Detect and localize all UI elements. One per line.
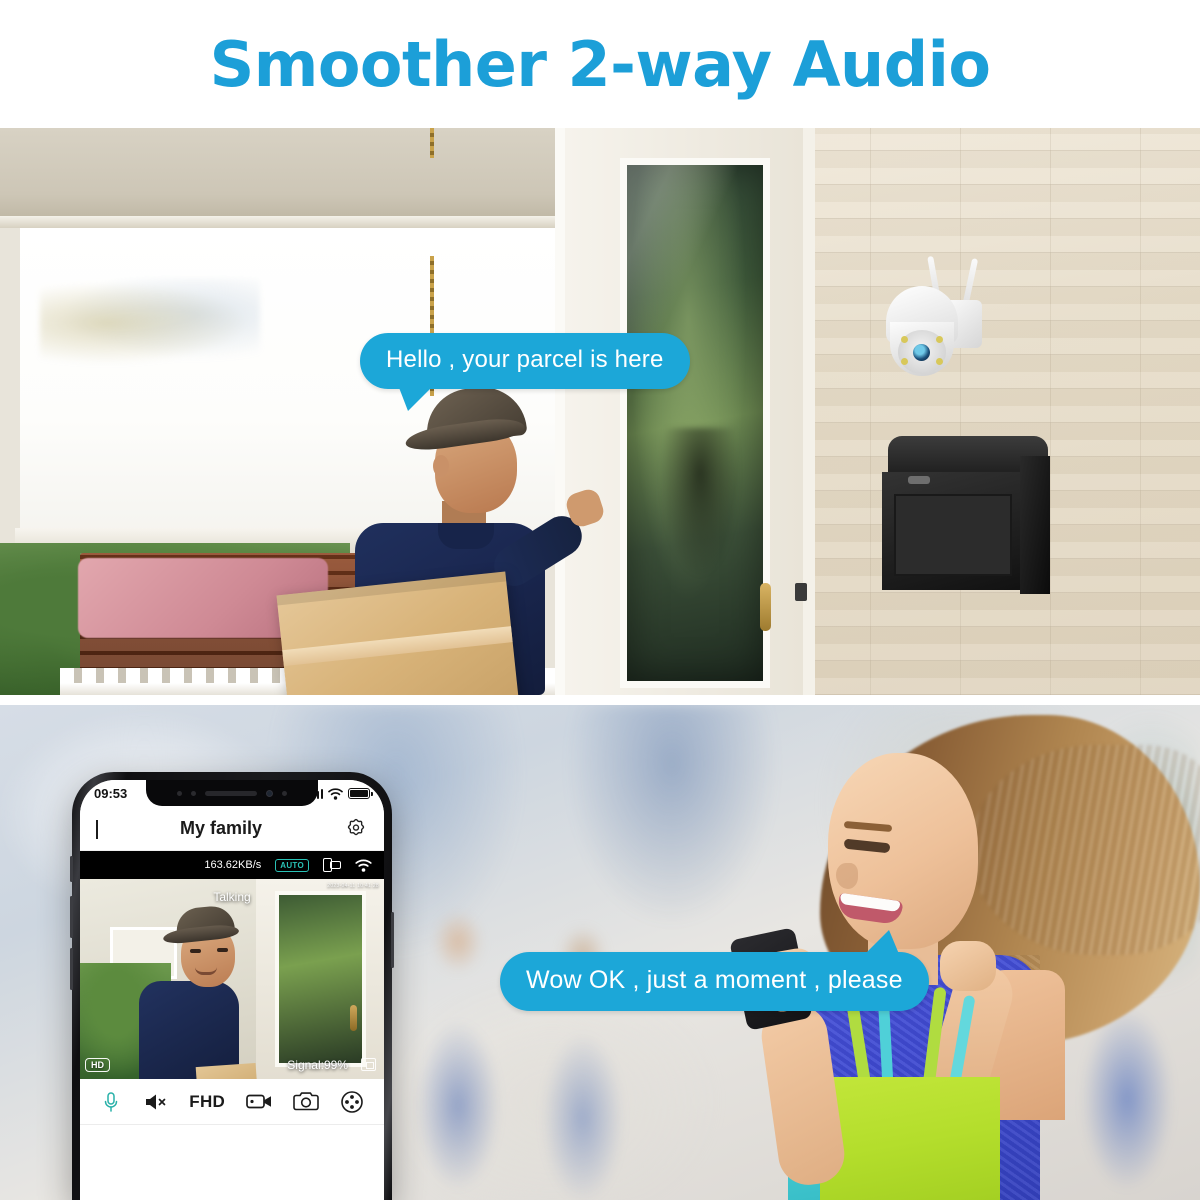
- security-camera: [880, 255, 1010, 398]
- headline-container: Smoother 2-way Audio: [0, 0, 1200, 128]
- chevron-left-icon: [96, 819, 98, 839]
- back-button[interactable]: [96, 819, 98, 839]
- woman-nose: [836, 863, 858, 889]
- rotate-screen-icon[interactable]: [323, 857, 341, 873]
- background-foliage: [40, 278, 260, 368]
- person-ear: [433, 455, 449, 477]
- parcel-tape: [282, 626, 513, 667]
- wifi-icon: [355, 859, 372, 872]
- porch-delivery-scene: Hello , your parcel is here: [0, 128, 1200, 695]
- hanging-chain-upper: [430, 128, 434, 158]
- feed-person-eye-right: [217, 948, 229, 952]
- brick-wall: [780, 128, 1200, 695]
- joystick-dpad-icon: [340, 1090, 363, 1113]
- video-controls-toolbar: FHD: [80, 1079, 384, 1125]
- door-handle: [760, 583, 771, 631]
- shopping-bag-green: [820, 1077, 1000, 1200]
- snapshot-button[interactable]: [293, 1079, 319, 1124]
- mailbox-panel: [894, 494, 1012, 576]
- camera-led-3: [901, 358, 908, 365]
- quality-badge[interactable]: HD: [85, 1058, 110, 1072]
- phone-volume-up-button[interactable]: [70, 896, 73, 938]
- speaker-mute-icon: [145, 1094, 166, 1109]
- app-content-area: [80, 1125, 384, 1200]
- mailbox-latch: [908, 476, 930, 484]
- door-reflection: [660, 428, 740, 578]
- stream-info-bar: 163.62KB/s AUTO: [80, 851, 384, 879]
- status-bar-time: 09:53: [94, 786, 128, 801]
- phone-volume-down-button[interactable]: [70, 948, 73, 990]
- camera-lens: [913, 344, 930, 361]
- resolution-button[interactable]: FHD: [189, 1079, 225, 1124]
- page-title: My family: [179, 818, 263, 838]
- microphone-icon: [105, 1091, 118, 1112]
- camera-led-1: [901, 336, 908, 343]
- camera-led-4: [936, 358, 943, 365]
- notch-sensor-dot-1: [177, 790, 182, 796]
- phone-notch: [146, 780, 318, 806]
- speaker-mute-button[interactable]: [143, 1079, 169, 1124]
- woman-face: [828, 753, 978, 949]
- bitrate-label: 163.62KB/s: [204, 859, 262, 871]
- panel-divider: [0, 695, 1200, 705]
- app-header: My family: [80, 807, 384, 851]
- notch-earpiece-speaker: [205, 790, 257, 796]
- feed-person-eye-left: [189, 949, 201, 953]
- settings-button[interactable]: [344, 817, 368, 841]
- auto-quality-badge[interactable]: AUTO: [275, 858, 309, 872]
- record-button[interactable]: [245, 1079, 273, 1124]
- microphone-button[interactable]: [100, 1079, 122, 1124]
- feed-door-handle: [349, 1005, 357, 1031]
- ptz-control-button[interactable]: [340, 1079, 364, 1124]
- speech-bubble-delivery: Hello , your parcel is here: [360, 333, 690, 411]
- battery-icon: [348, 788, 373, 799]
- phone-mute-switch[interactable]: [70, 856, 73, 882]
- gear-icon: [347, 818, 365, 835]
- page-title: Smoother 2-way Audio: [209, 27, 991, 101]
- feed-person: [129, 904, 299, 1079]
- talking-status-overlay: Talking: [213, 890, 251, 904]
- blurred-crowd-left: [380, 885, 640, 1200]
- product-feature-banner: Smoother 2-way Audio Hello , your parcel…: [0, 0, 1200, 1200]
- speech-bubble-woman: Wow OK , just a moment , please: [500, 930, 929, 1011]
- camera-led-2: [936, 336, 943, 343]
- video-camera-icon: [245, 1094, 271, 1109]
- phone-screen: 09:53 My family 163.62KB/s AUTO 2023-04-…: [80, 780, 384, 1200]
- signal-strength-label: Signal:99%: [287, 1058, 348, 1072]
- smartphone-mockup: 09:53 My family 163.62KB/s AUTO 2023-04-…: [70, 772, 394, 1200]
- fullscreen-icon[interactable]: [361, 1058, 376, 1071]
- wifi-icon: [328, 787, 343, 800]
- camera-icon: [293, 1092, 319, 1111]
- live-video-feed[interactable]: 2023-04-11 10:41:28 Talking HD Signal:99…: [80, 879, 384, 1079]
- door-lock-plate: [795, 583, 807, 601]
- woman-fist-holding-bags: [940, 941, 996, 991]
- door-glass: [620, 158, 770, 688]
- mailbox-side: [1020, 456, 1050, 594]
- feed-timestamp: 2023-04-11 10:41:28: [327, 883, 379, 889]
- notch-front-camera: [266, 789, 273, 797]
- notch-sensor-dot-2: [191, 790, 196, 796]
- notch-sensor-dot-3: [282, 790, 287, 796]
- wall-mailbox: [880, 436, 1055, 596]
- resolution-label: FHD: [189, 1091, 226, 1111]
- person-collar: [438, 523, 494, 549]
- phone-power-button[interactable]: [391, 912, 394, 968]
